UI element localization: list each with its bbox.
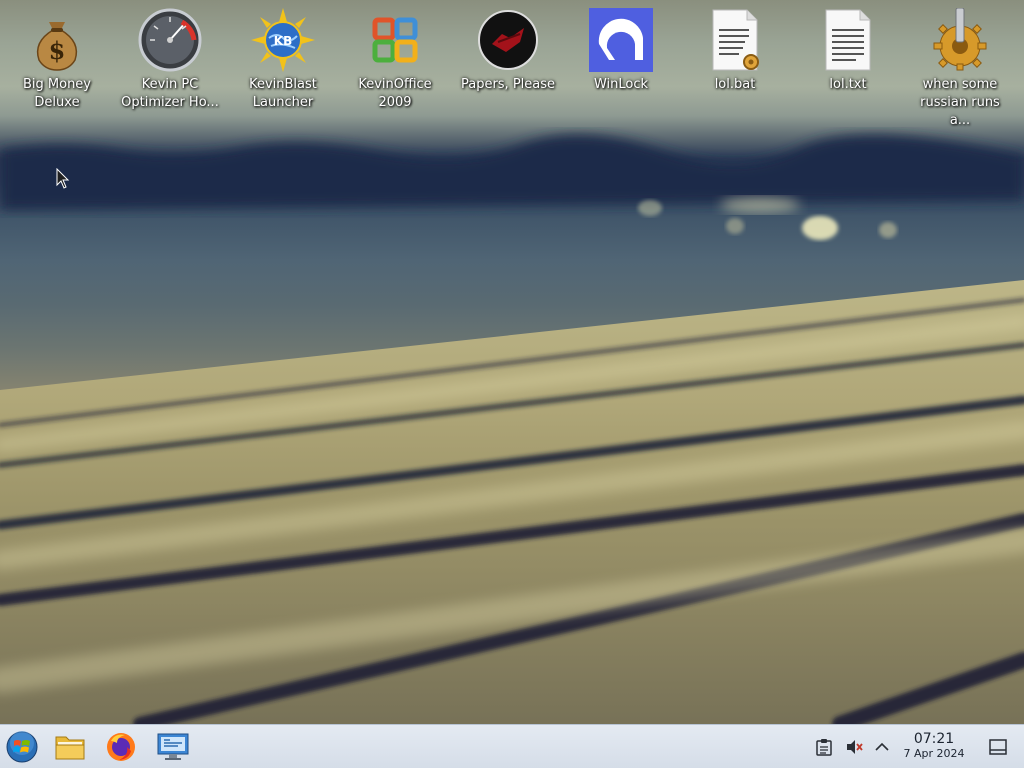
desktop-icon-label: Kevin PC Optimizer Ho... xyxy=(121,77,219,110)
show-desktop-button[interactable] xyxy=(988,737,1008,757)
desktop-icon-label: Papers, Please xyxy=(460,77,556,92)
money-bag-icon: $ xyxy=(36,22,78,71)
desktop-icon-label: KevinOffice 2009 xyxy=(358,77,432,110)
firefox-icon xyxy=(107,733,135,761)
mouse-cursor-icon xyxy=(56,168,70,189)
system-settings-button[interactable] xyxy=(155,729,191,765)
volume-muted-icon xyxy=(847,740,863,754)
batch-file-icon xyxy=(712,9,759,71)
tray-expand-button[interactable] xyxy=(872,737,892,757)
desktop-icon-label: lol.bat xyxy=(714,77,756,92)
desktop-icon-label: when some russian runs a... xyxy=(920,77,1000,128)
file-manager-button[interactable] xyxy=(52,729,88,765)
desktop-icon-kevinblast-launcher[interactable]: KB KevinBlast Launcher xyxy=(231,6,335,116)
desktop-icon-label: KevinBlast Launcher xyxy=(249,77,317,110)
desktop-icon-when-some-russian[interactable]: when some russian runs a... xyxy=(908,6,1012,128)
start-button[interactable] xyxy=(4,729,40,765)
desktop-icon-lol-txt[interactable]: lol.txt xyxy=(796,6,900,116)
clipboard-button[interactable] xyxy=(814,737,834,757)
desktop-icon-label: WinLock xyxy=(593,77,649,92)
svg-text:$: $ xyxy=(49,36,66,65)
desktop-icon-label: lol.txt xyxy=(829,77,867,92)
desktop-icon-big-money-deluxe[interactable]: $ Big Money Deluxe xyxy=(5,6,109,116)
folder-icon xyxy=(55,736,85,760)
clock[interactable]: 07:21 7 Apr 2024 xyxy=(896,731,972,761)
desktop-icon-papers-please[interactable]: Papers, Please xyxy=(456,6,560,116)
text-file-icon xyxy=(825,9,871,71)
desktop-icon-kevin-pc-optimizer[interactable]: Kevin PC Optimizer Ho... xyxy=(118,6,222,116)
winlock-icon xyxy=(589,8,653,72)
clock-time: 07:21 xyxy=(913,731,955,747)
volume-button[interactable] xyxy=(844,737,864,757)
taskbar: 07:21 7 Apr 2024 xyxy=(0,724,1024,768)
office-logo-icon xyxy=(372,17,418,63)
svg-text:KB: KB xyxy=(274,34,292,48)
desktop[interactable]: $ Big Money Deluxe Kevin PC Optimizer Ho… xyxy=(0,0,1024,724)
firefox-button[interactable] xyxy=(103,729,139,765)
chevron-up-icon xyxy=(875,742,889,751)
windows-orb-icon xyxy=(6,731,38,763)
papers-please-icon xyxy=(478,10,538,70)
desktop-icon-lol-bat[interactable]: lol.bat xyxy=(683,6,787,116)
clock-date: 7 Apr 2024 xyxy=(903,747,965,760)
desktop-icon-label: Big Money Deluxe xyxy=(22,77,91,110)
sun-globe-icon: KB xyxy=(251,8,315,72)
monitor-settings-icon xyxy=(157,733,189,760)
show-desktop-icon xyxy=(989,739,1007,755)
gear-icon xyxy=(933,8,987,71)
speedometer-icon xyxy=(138,8,202,72)
desktop-icon-winlock[interactable]: WinLock xyxy=(569,6,673,116)
clipboard-icon xyxy=(816,739,832,756)
desktop-icon-kevinoffice-2009[interactable]: KevinOffice 2009 xyxy=(343,6,447,116)
